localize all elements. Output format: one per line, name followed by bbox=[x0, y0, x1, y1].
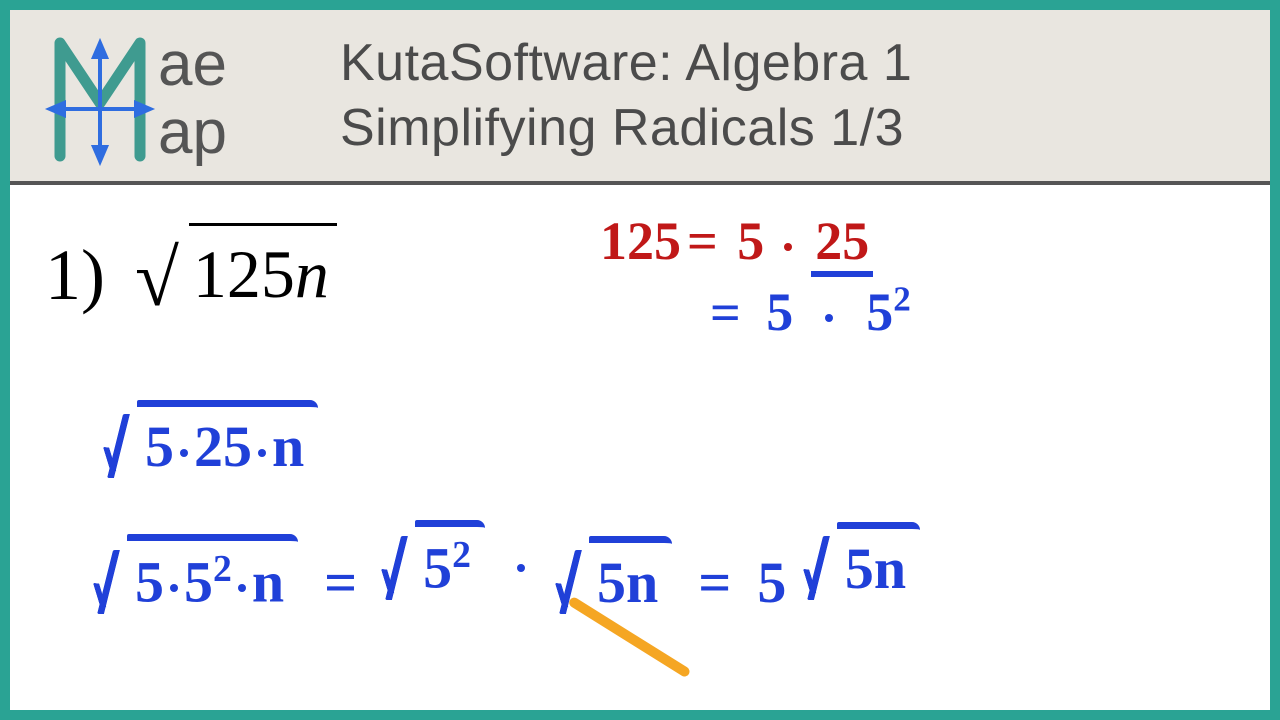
title-block: KutaSoftware: Algebra 1 Simplifying Radi… bbox=[320, 31, 1270, 161]
slide-frame: ae ap KutaSoftware: Algebra 1 Simplifyin… bbox=[0, 0, 1280, 720]
logo-text-top: ae bbox=[158, 30, 227, 99]
sqrt-step-1: 525n bbox=[105, 400, 318, 494]
factor-5a: 5 bbox=[737, 211, 764, 271]
radical-bar: 125n bbox=[189, 223, 337, 315]
radicand: 125n bbox=[193, 236, 329, 312]
dot-icon bbox=[258, 449, 266, 457]
title-line-2: Simplifying Radicals 1/3 bbox=[340, 96, 1270, 161]
factor-25: 25 bbox=[811, 211, 873, 277]
problem-1: 1) √ 125n bbox=[45, 225, 337, 319]
factor-125: 125= bbox=[600, 211, 724, 271]
sqrt-step-2: 552n = 52 5n = 5 5n bbox=[95, 520, 920, 616]
factor-line-2: = 5 52 bbox=[710, 280, 911, 343]
sqrt-5-5sq-n: 552n bbox=[95, 534, 298, 616]
sqrt-5sq-cancelled: 52 bbox=[383, 520, 485, 616]
logo-text-bottom: ap bbox=[158, 98, 227, 167]
dot-icon bbox=[825, 314, 833, 322]
equals-2: = bbox=[698, 549, 731, 616]
five-squared: 52 bbox=[866, 282, 911, 342]
factor-line-1: 125= 5 25 bbox=[600, 210, 873, 272]
work-area: 1) √ 125n 125= 5 25 = 5 52 bbox=[10, 185, 1270, 710]
title-line-1: KutaSoftware: Algebra 1 bbox=[340, 31, 1270, 96]
dot-icon bbox=[170, 584, 178, 592]
final-answer: 5 5n bbox=[757, 522, 920, 616]
dot-icon bbox=[784, 243, 792, 251]
dot-icon bbox=[180, 449, 188, 457]
header: ae ap KutaSoftware: Algebra 1 Simplifyin… bbox=[10, 10, 1270, 185]
logo-maemap: ae ap bbox=[10, 21, 320, 171]
problem-number: 1) bbox=[45, 234, 105, 317]
radical-sign: √ bbox=[135, 235, 179, 323]
equals-1: = bbox=[324, 549, 357, 616]
radical-expression: √ 125n bbox=[135, 225, 337, 319]
logo-svg: ae ap bbox=[40, 21, 310, 171]
dot-icon bbox=[238, 584, 246, 592]
dot-icon bbox=[517, 564, 525, 572]
